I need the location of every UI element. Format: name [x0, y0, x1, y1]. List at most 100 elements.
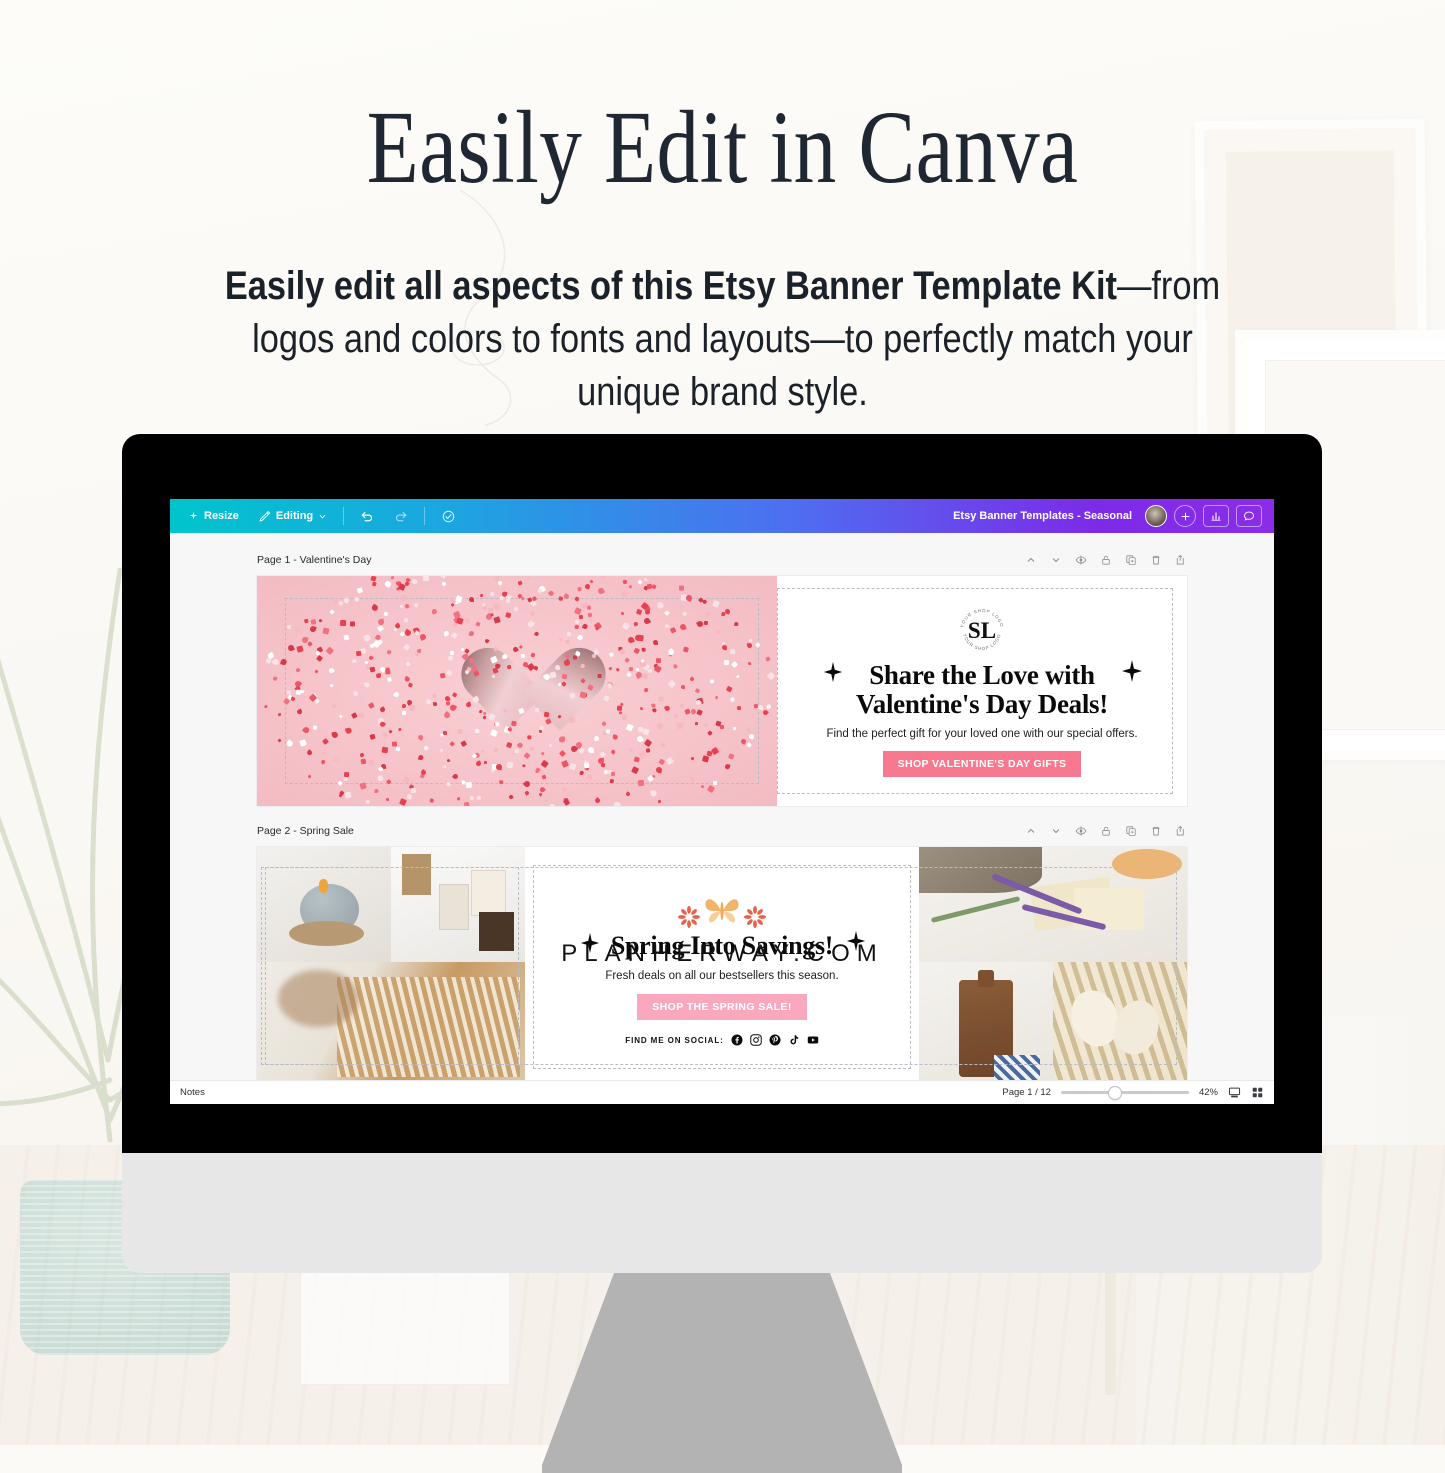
page-label-1[interactable]: Page 1 - Valentine's Day: [257, 554, 371, 566]
heart-sprinkle: [447, 655, 453, 661]
zoom-level[interactable]: 42%: [1199, 1087, 1218, 1098]
editing-button[interactable]: Editing: [249, 504, 337, 528]
spring-ornaments: [678, 894, 766, 928]
heart-sprinkle: [644, 578, 647, 581]
heart-sprinkle: [456, 796, 461, 801]
heart-sprinkle: [655, 766, 662, 773]
heart-sprinkle: [372, 581, 377, 586]
heart-sprinkle: [302, 726, 311, 735]
heart-sprinkle: [695, 722, 698, 725]
heart-sprinkle: [439, 733, 443, 737]
spring-cta-button[interactable]: SHOP THE SPRING SALE!: [637, 994, 806, 1020]
heart-sprinkle: [407, 682, 413, 688]
heart-sprinkle: [609, 652, 614, 657]
shop-logo[interactable]: YOUR SHOP LOGO YOUR SHOP LOGO SL: [956, 605, 1008, 657]
heart-sprinkle: [443, 765, 447, 769]
heart-sprinkle: [758, 704, 763, 709]
heart-sprinkle: [474, 729, 479, 734]
heart-sprinkle: [368, 655, 373, 660]
cutting-board-photo[interactable]: [919, 962, 1053, 1080]
trash-icon[interactable]: [1150, 825, 1162, 837]
zoom-slider-knob[interactable]: [1109, 1087, 1121, 1099]
grid-view-icon[interactable]: [1251, 1086, 1264, 1099]
heart-sprinkle: [748, 662, 752, 666]
heart-sprinkle: [606, 682, 613, 689]
macrame-photo[interactable]: [257, 962, 525, 1080]
spring-subtext: Fresh deals on all our bestsellers this …: [605, 970, 838, 982]
heart-sprinkle: [621, 714, 627, 720]
heart-sprinkle: [704, 723, 709, 728]
valentine-cta-button[interactable]: SHOP VALENTINE'S DAY GIFTS: [883, 751, 1082, 777]
heart-sprinkle: [639, 587, 643, 591]
heart-sprinkle: [344, 771, 349, 776]
heart-sprinkle: [643, 617, 651, 625]
wooden-spoons-photo[interactable]: [1053, 962, 1187, 1080]
tiktok-icon[interactable]: [788, 1034, 800, 1046]
heart-sprinkle: [566, 639, 571, 644]
resize-button[interactable]: Resize: [178, 504, 249, 528]
heart-sprinkle: [586, 773, 592, 779]
heart-sprinkle: [548, 590, 555, 597]
heart-sprinkle: [296, 708, 303, 715]
duplicate-icon[interactable]: [1125, 554, 1137, 566]
valentine-banner[interactable]: YOUR SHOP LOGO YOUR SHOP LOGO SL: [257, 576, 1187, 806]
youtube-icon[interactable]: [807, 1034, 819, 1046]
presenter-view-icon[interactable]: [1228, 1086, 1241, 1099]
avatar[interactable]: [1145, 505, 1167, 527]
hide-eye-icon[interactable]: [1075, 554, 1087, 566]
heart-sprinkle: [579, 615, 583, 619]
heart-sprinkle: [707, 730, 713, 736]
lock-icon[interactable]: [1100, 554, 1112, 566]
page-header-2: Page 2 - Spring Sale: [257, 820, 1187, 842]
monitor-chin: [122, 1153, 1322, 1273]
heart-sprinkle: [633, 621, 638, 626]
insights-icon: [1210, 510, 1222, 522]
heart-sprinkle: [370, 733, 376, 739]
notes-button[interactable]: Notes: [180, 1087, 205, 1098]
heart-sprinkle: [517, 742, 524, 749]
zoom-slider[interactable]: [1061, 1091, 1189, 1094]
heart-sprinkle: [519, 644, 523, 648]
heart-sprinkle: [737, 706, 741, 710]
cloud-saved-button[interactable]: [431, 504, 466, 528]
page-label-2[interactable]: Page 2 - Spring Sale: [257, 825, 354, 837]
duplicate-icon[interactable]: [1125, 825, 1137, 837]
lock-icon[interactable]: [1100, 825, 1112, 837]
trash-icon[interactable]: [1150, 554, 1162, 566]
heart-sprinkle: [485, 638, 491, 644]
chevron-up-icon[interactable]: [1025, 554, 1037, 566]
undo-button[interactable]: [350, 504, 384, 528]
pinterest-icon[interactable]: [769, 1034, 781, 1046]
hide-eye-icon[interactable]: [1075, 825, 1087, 837]
heart-sprinkle: [402, 703, 406, 707]
heart-sprinkle: [369, 666, 375, 672]
page-indicator[interactable]: Page 1 / 12: [1002, 1087, 1051, 1098]
heart-sprinkle: [351, 658, 356, 663]
canvas-scroll-area[interactable]: Page 1 - Valentine's Day: [170, 533, 1274, 1080]
heart-sprinkle: [506, 742, 512, 748]
expand-icon[interactable]: [1175, 554, 1187, 566]
heart-sprinkle: [479, 594, 482, 597]
heart-sprinkle: [400, 631, 404, 635]
comment-button[interactable]: [1236, 505, 1262, 527]
facebook-icon[interactable]: [731, 1034, 743, 1046]
heart-sprinkle: [379, 721, 386, 728]
heart-sprinkle: [733, 727, 736, 730]
add-collaborator-button[interactable]: [1174, 505, 1196, 527]
expand-icon[interactable]: [1175, 825, 1187, 837]
chevron-up-icon[interactable]: [1025, 825, 1037, 837]
heart-sprinkle: [746, 642, 752, 648]
heart-sprinkle: [458, 729, 463, 734]
heart-sprinkle: [515, 749, 519, 753]
chevron-down-icon[interactable]: [1050, 554, 1062, 566]
insights-button[interactable]: [1203, 505, 1229, 527]
instagram-icon[interactable]: [750, 1034, 762, 1046]
heart-sprinkle: [402, 711, 406, 715]
heart-sprinkle: [610, 749, 616, 755]
redo-button[interactable]: [384, 504, 418, 528]
heart-sprinkle: [736, 675, 740, 679]
document-title[interactable]: Etsy Banner Templates - Seasonal: [953, 510, 1132, 522]
heart-sprinkle: [345, 727, 352, 734]
chevron-down-icon[interactable]: [1050, 825, 1062, 837]
heart-sprinkle: [525, 790, 530, 795]
